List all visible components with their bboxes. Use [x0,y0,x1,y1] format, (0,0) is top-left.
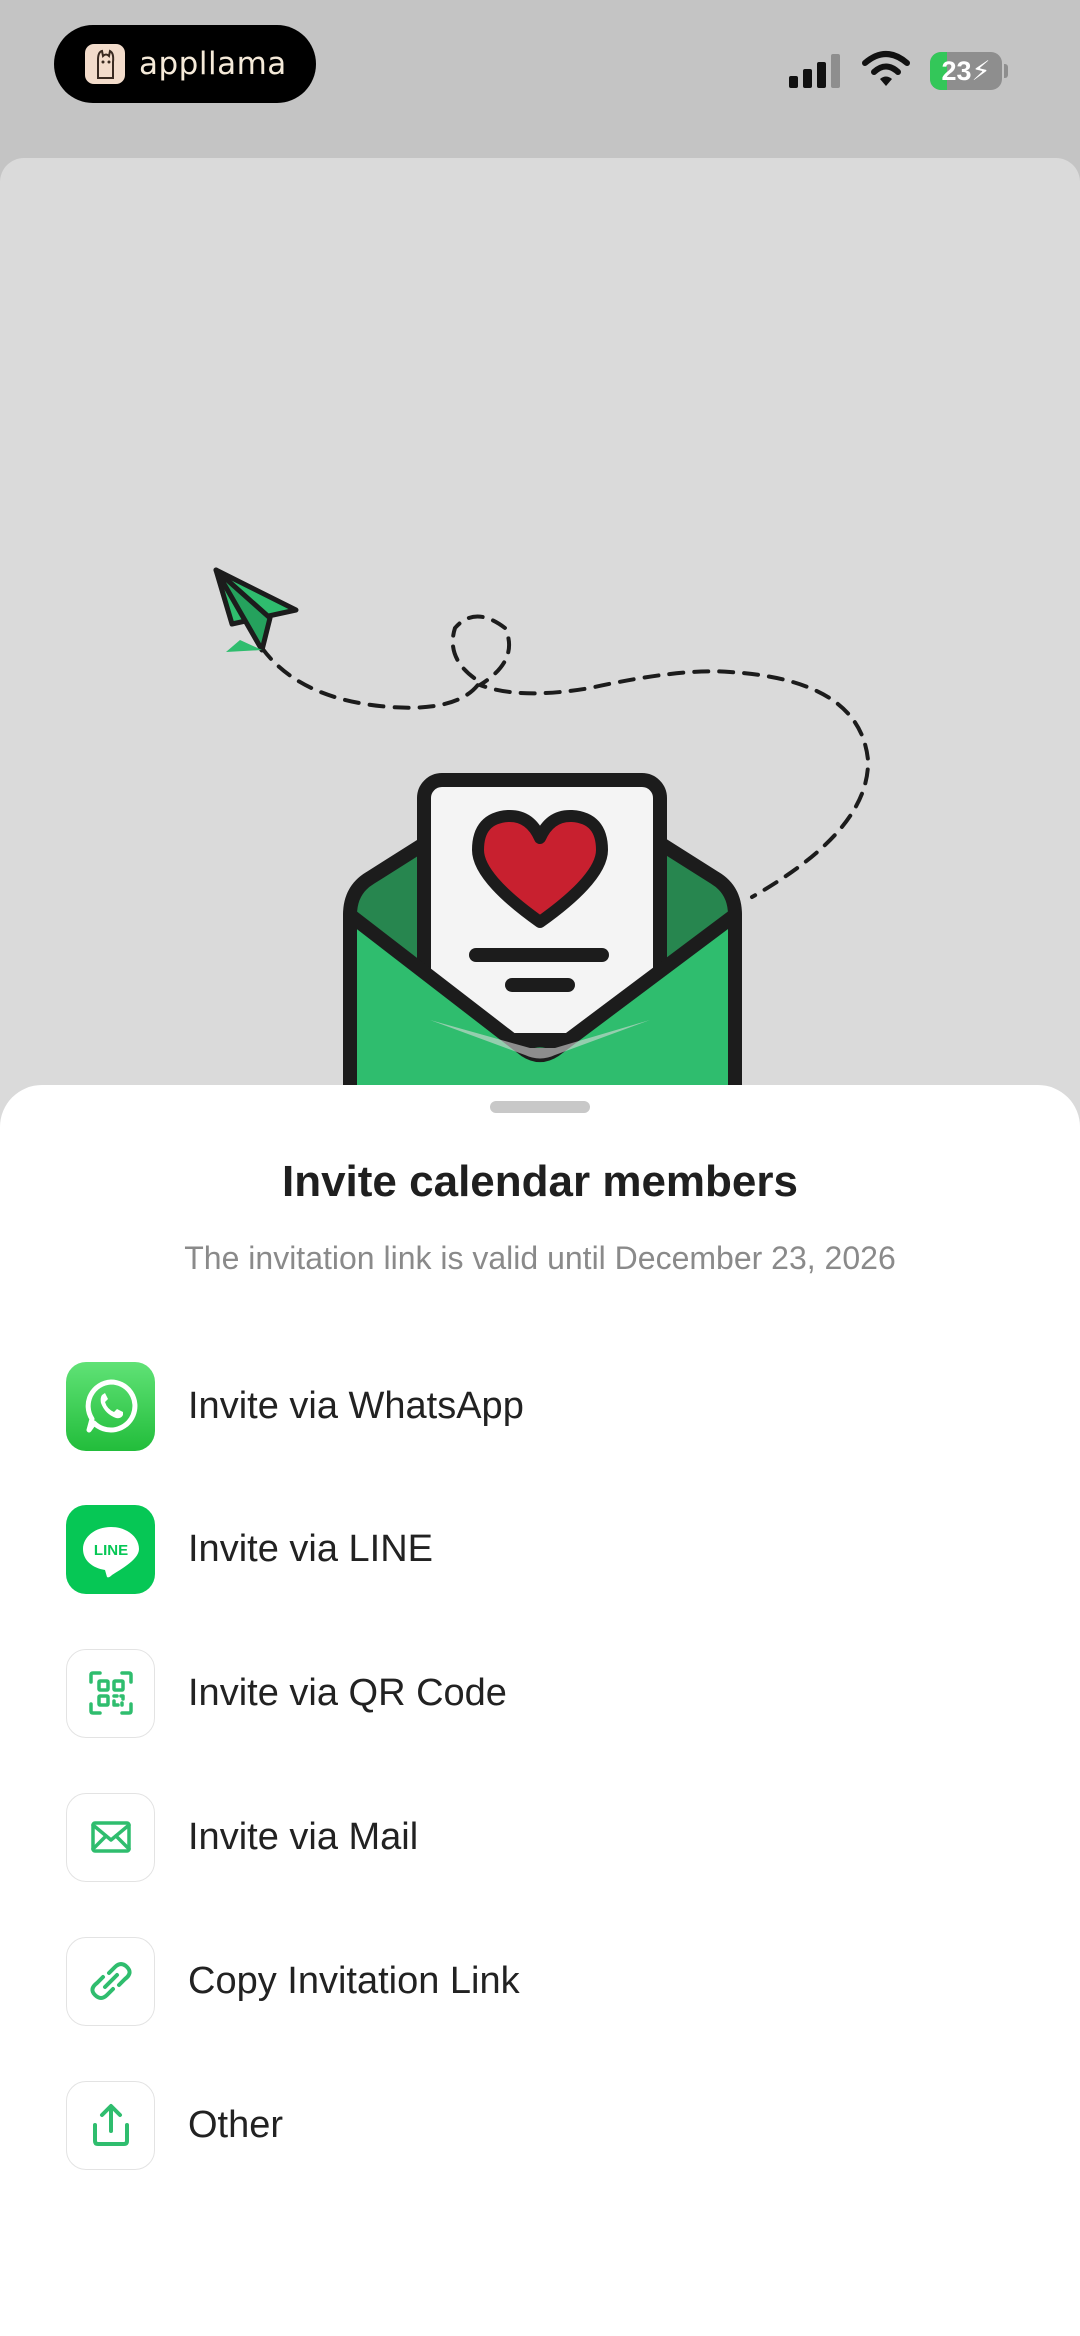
option-label: Invite via QR Code [188,1671,507,1714]
invitation-validity-text: The invitation link is valid until Decem… [184,1240,896,1276]
option-label: Other [188,2103,284,2146]
line-icon: LINE [66,1504,155,1594]
battery-cap [1004,64,1008,78]
screen: appllama 23⚡ Invite calendar members The… [0,0,1080,2336]
app-name: appllama [139,46,287,82]
sheet-grabber-handle[interactable] [490,1101,590,1113]
charging-bolt-icon: ⚡ [971,56,991,86]
battery-level: 23 [941,56,972,86]
share-icon [66,2080,155,2170]
invitation-envelope-illustration [213,567,871,1100]
option-label: Invite via LINE [188,1527,433,1570]
svg-text:LINE: LINE [93,1542,127,1559]
cellular-signal-icon [789,54,840,88]
option-label: Invite via Mail [188,1815,419,1858]
app-badge[interactable]: appllama [54,25,316,103]
whatsapp-icon [66,1361,155,1451]
invite-line-option[interactable]: LINE Invite via LINE [0,1489,1080,1609]
paper-plane-icon [213,567,299,653]
llama-logo-icon [85,44,125,84]
link-icon [66,1936,155,2026]
option-label: Copy Invitation Link [188,1959,520,2002]
qr-code-icon [66,1648,155,1738]
other-share-option[interactable]: Other [0,2065,1080,2185]
invite-mail-option[interactable]: Invite via Mail [0,1777,1080,1897]
option-label: Invite via WhatsApp [188,1384,524,1427]
status-bar: appllama 23⚡ [0,0,1080,150]
wifi-icon [862,51,910,86]
mail-icon [66,1792,155,1882]
sheet-title: Invite calendar members [281,1157,798,1206]
invite-whatsapp-option[interactable]: Invite via WhatsApp [0,1346,1080,1466]
battery-indicator: 23⚡ [930,52,1002,90]
invite-bottom-sheet: Invite calendar members The invitation l… [0,1085,1080,2336]
invite-qr-code-option[interactable]: Invite via QR Code [0,1633,1080,1753]
copy-invitation-link-option[interactable]: Copy Invitation Link [0,1921,1080,2041]
